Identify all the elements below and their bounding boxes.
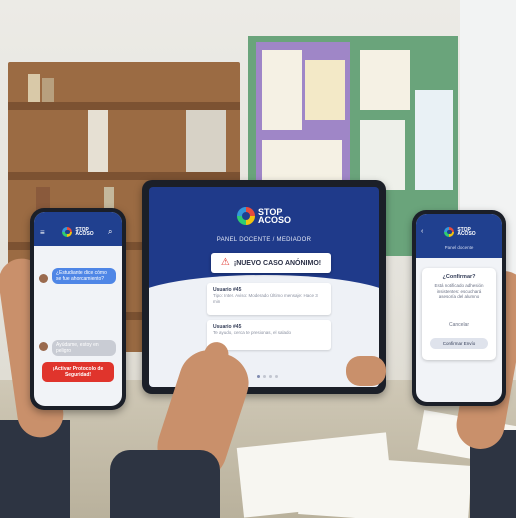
case-summary: Te ayudo, cerca te presionas, el salado xyxy=(213,330,292,335)
poster xyxy=(360,50,410,110)
right-phone-header: ‹ STOP ACOSO Panel docente xyxy=(416,214,502,258)
page-indicator-dot[interactable] xyxy=(263,375,266,378)
classroom-photo: ≡ STOP ACOSO ⌕ ¿Estudiante dice cómo se f… xyxy=(0,0,516,518)
page-indicator-dot[interactable] xyxy=(257,375,260,378)
confirm-dialog: ¿Confirmar? Está notificado adhesión ins… xyxy=(422,268,496,360)
logo-text: STOP ACOSO xyxy=(75,226,94,237)
poster xyxy=(262,50,302,130)
brand-logo: STOP ACOSO xyxy=(60,226,96,238)
left-phone: ≡ STOP ACOSO ⌕ ¿Estudiante dice cómo se f… xyxy=(30,208,126,410)
back-icon[interactable]: ‹ xyxy=(421,228,423,235)
avatar xyxy=(39,274,48,283)
logo-mark xyxy=(62,227,73,237)
poster xyxy=(305,60,345,120)
panel-title: Panel docente xyxy=(444,245,474,250)
avatar xyxy=(39,342,48,351)
brand-logo: STOP ACOSO xyxy=(229,205,299,227)
tablet-screen: STOP ACOSO PANEL DOCENTE / MEDIADOR ⚠ ¡NU… xyxy=(149,187,379,387)
chat-bubble-incoming: Ayúdame, estoy en peligro xyxy=(52,340,116,356)
right-phone-screen: ‹ STOP ACOSO Panel docente ¿Confirmar? Es… xyxy=(416,214,502,402)
confirm-button[interactable]: Confirmar Envío xyxy=(430,338,488,349)
case-summary: Tipo: Inter. Aviso: Moderado Último mens… xyxy=(213,293,318,304)
left-phone-header: ≡ STOP ACOSO ⌕ xyxy=(34,212,122,246)
cancel-button[interactable]: Cancelar xyxy=(436,322,482,328)
desk-paper xyxy=(298,454,472,518)
dialog-title: ¿Confirmar? xyxy=(442,274,476,280)
logo-mark xyxy=(444,227,455,237)
brand-logo: STOP ACOSO xyxy=(442,226,478,238)
poster xyxy=(262,140,342,180)
page-indicator-dot[interactable] xyxy=(269,375,272,378)
tablet-right-hand xyxy=(346,356,386,386)
logo-text: STOP ACOSO xyxy=(457,226,476,237)
new-case-alert[interactable]: ⚠ ¡NUEVO CASO ANÓNIMO! xyxy=(211,253,331,273)
logo-text: STOP ACOSO xyxy=(257,206,291,225)
sleeve xyxy=(110,450,220,518)
logo-mark xyxy=(236,207,255,225)
search-icon[interactable]: ⌕ xyxy=(108,227,112,237)
chat-bubble-incoming: ¿Estudiante dice cómo se fue ahorcamient… xyxy=(52,268,116,284)
alert-title: ¡NUEVO CASO ANÓNIMO! xyxy=(233,259,322,267)
warning-triangle-icon: ⚠ xyxy=(220,257,230,268)
page-indicator-dot[interactable] xyxy=(275,375,278,378)
activate-protocol-button[interactable]: ¡Activar Protocolo de Seguridad! xyxy=(42,362,114,382)
right-phone: ‹ STOP ACOSO Panel docente ¿Confirmar? Es… xyxy=(412,210,506,406)
left-phone-screen: ≡ STOP ACOSO ⌕ ¿Estudiante dice cómo se f… xyxy=(34,212,122,406)
poster xyxy=(415,90,453,190)
panel-header-title: PANEL DOCENTE / MEDIADOR xyxy=(216,237,312,243)
case-card[interactable]: Usuario #45 Tipo: Inter. Aviso: Moderado… xyxy=(207,283,331,315)
menu-icon[interactable]: ≡ xyxy=(40,228,45,237)
dialog-text: Está notificado adhesión insistentes: es… xyxy=(434,283,484,299)
